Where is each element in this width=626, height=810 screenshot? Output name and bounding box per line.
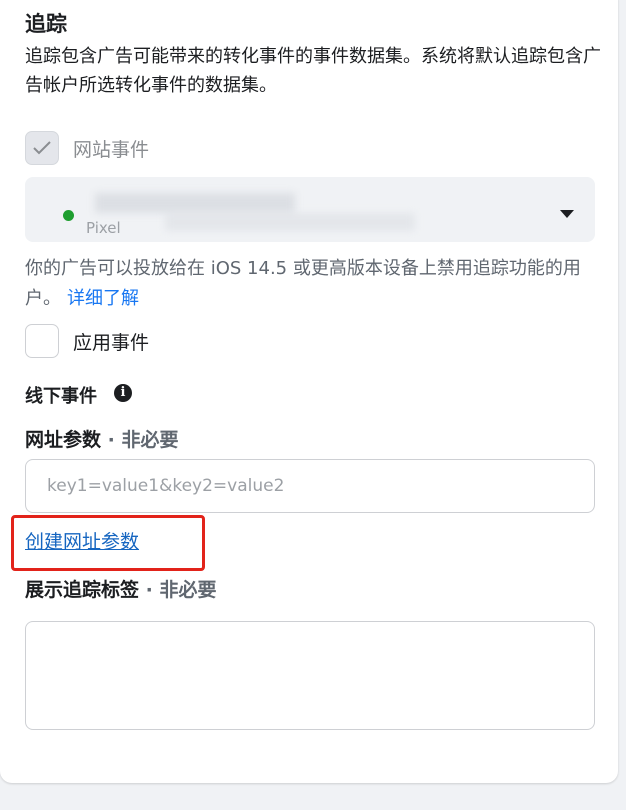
pixel-subtitle: Pixel: [86, 219, 121, 237]
section-title: 追踪: [25, 12, 67, 36]
pixel-dropdown[interactable]: Pixel: [25, 177, 595, 242]
info-icon[interactable]: i: [114, 384, 132, 402]
ios-note: 你的广告可以投放给在 iOS 14.5 或更高版本设备上禁用追踪功能的用户。 详细…: [25, 254, 600, 314]
website-events-label: 网站事件: [73, 139, 150, 161]
display-tag-field[interactable]: [25, 621, 595, 730]
url-params-optional: · 非必要: [101, 429, 179, 451]
tracking-card: 追踪 追踪包含广告可能带来的转化事件的事件数据集。系统将默认追踪包含广告帐户所选…: [0, 0, 618, 783]
app-events-label: 应用事件: [73, 332, 150, 354]
display-tag-optional: · 非必要: [139, 579, 217, 601]
redacted-pixel-id: [165, 213, 415, 231]
offline-events-title: 线下事件: [25, 386, 97, 407]
website-events-checkbox[interactable]: [25, 131, 59, 165]
display-tag-title: 展示追踪标签 · 非必要: [25, 575, 216, 602]
check-icon: [33, 141, 51, 155]
url-params-input[interactable]: [45, 460, 579, 512]
url-params-label: 网址参数: [25, 429, 102, 451]
create-url-params-link[interactable]: 创建网址参数: [25, 527, 139, 554]
url-params-title: 网址参数 · 非必要: [25, 425, 178, 452]
url-params-field[interactable]: [25, 459, 595, 513]
learn-more-link[interactable]: 详细了解: [67, 288, 139, 309]
chevron-down-icon: [560, 210, 574, 218]
display-tag-textarea[interactable]: [38, 628, 582, 727]
display-tag-label: 展示追踪标签: [25, 579, 140, 601]
redacted-pixel-name: [95, 193, 295, 213]
status-dot: [63, 210, 74, 221]
section-description: 追踪包含广告可能带来的转化事件的事件数据集。系统将默认追踪包含广告帐户所选转化事…: [25, 46, 601, 96]
app-events-checkbox[interactable]: [25, 324, 59, 358]
